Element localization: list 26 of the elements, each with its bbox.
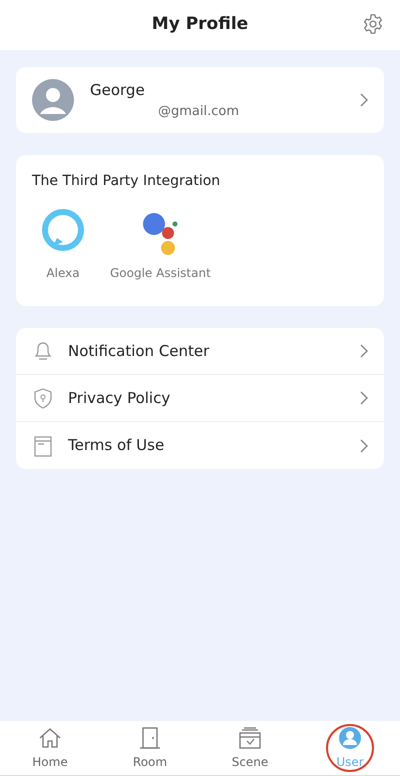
document-icon xyxy=(32,434,54,456)
service-button[interactable]: Google Assistant xyxy=(110,208,211,282)
menu-item[interactable]: Privacy Policy xyxy=(16,375,384,422)
chevron-right-icon xyxy=(360,93,368,107)
user-name: George xyxy=(90,80,146,101)
chevron-right-icon xyxy=(360,391,368,405)
avatar-icon xyxy=(32,79,74,121)
profile-card[interactable]: George @gmail.com xyxy=(16,67,384,133)
section-title: The Third Party Integration xyxy=(32,172,222,191)
shield-icon xyxy=(32,387,54,409)
menu-item[interactable]: Notification Center xyxy=(16,328,384,375)
service-button[interactable]: Alexa xyxy=(40,208,86,282)
tab[interactable]: Home xyxy=(0,721,100,775)
door-icon xyxy=(137,726,163,750)
menu-item[interactable]: Terms of Use xyxy=(16,422,384,469)
user-icon xyxy=(337,726,363,750)
chevron-right-icon xyxy=(360,438,368,452)
chevron-right-icon xyxy=(360,344,368,358)
tab[interactable]: Room xyxy=(100,721,200,775)
user-email: @gmail.com xyxy=(157,102,240,120)
page-title: My Profile xyxy=(152,13,248,36)
settings-icon[interactable] xyxy=(362,13,384,35)
tab[interactable]: Scene xyxy=(200,721,300,775)
home-icon xyxy=(37,726,63,750)
calendar-check-icon xyxy=(237,726,263,750)
bell-icon xyxy=(32,340,54,362)
